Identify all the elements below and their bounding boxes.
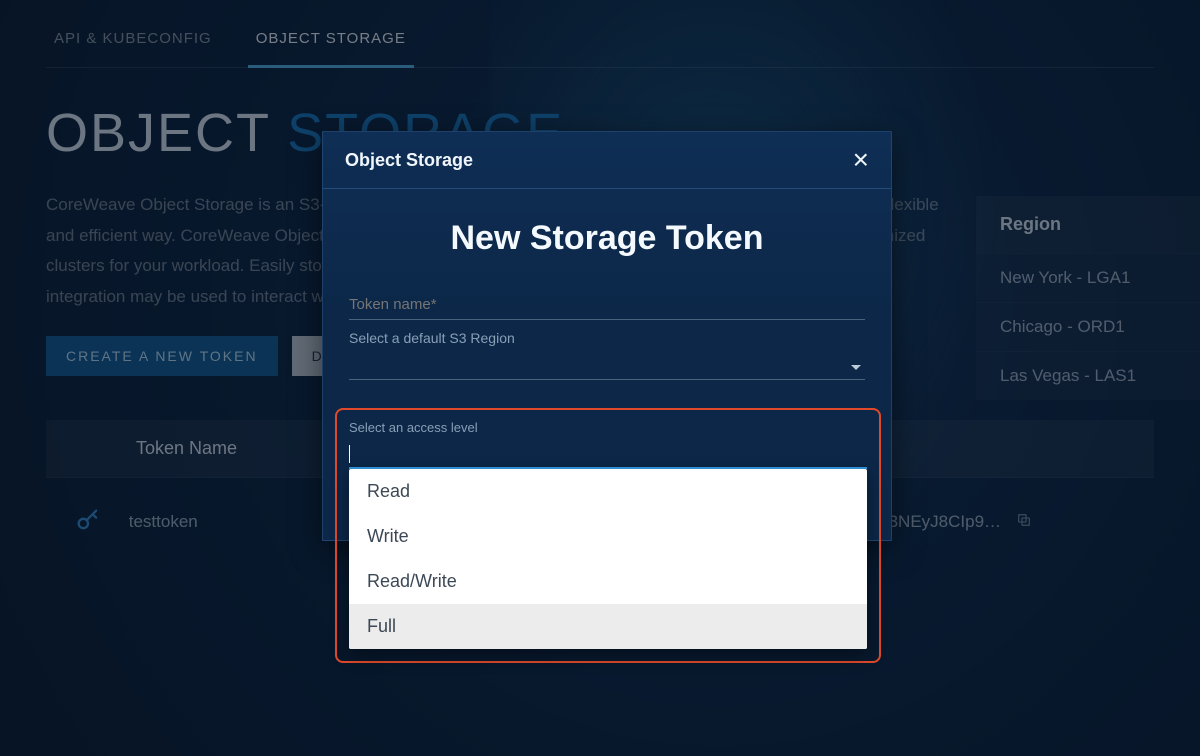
modal-header: Object Storage × <box>323 132 891 189</box>
access-level-group: Select an access level Read Write Read/W… <box>335 408 881 663</box>
close-icon[interactable]: × <box>853 146 869 174</box>
token-name-input[interactable] <box>349 290 865 320</box>
modal-header-title: Object Storage <box>345 150 473 171</box>
access-level-label: Select an access level <box>349 420 867 435</box>
access-level-dropdown: Read Write Read/Write Full <box>349 469 867 649</box>
token-name-field[interactable] <box>349 290 865 320</box>
access-option-read[interactable]: Read <box>349 469 867 514</box>
text-cursor <box>349 445 350 463</box>
access-option-full[interactable]: Full <box>349 604 867 649</box>
access-level-select[interactable] <box>349 441 867 469</box>
modal-title: New Storage Token <box>349 219 865 258</box>
region-select-label: Select a default S3 Region <box>349 330 865 346</box>
region-select[interactable] <box>349 350 865 380</box>
access-option-write[interactable]: Write <box>349 514 867 559</box>
region-select-field[interactable]: Select a default S3 Region <box>349 330 865 380</box>
chevron-down-icon <box>851 365 861 370</box>
access-option-readwrite[interactable]: Read/Write <box>349 559 867 604</box>
